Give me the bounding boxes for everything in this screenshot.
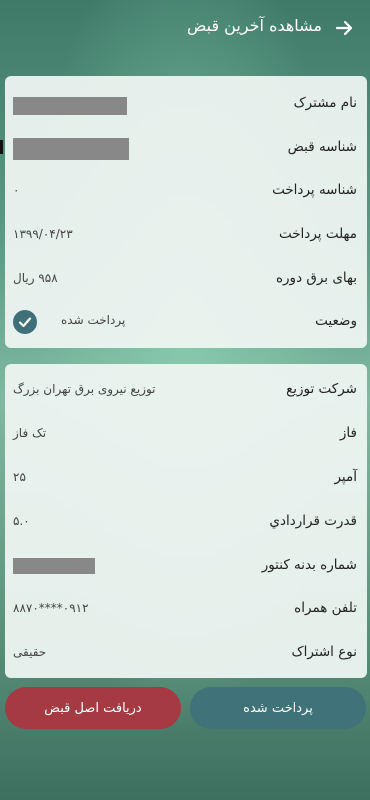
- row-bill-id: شناسه قبض: [5, 134, 367, 164]
- payment-id-value: ۰: [13, 183, 20, 197]
- phone-value: ۰۹۱۲****۸۸۷۰: [13, 601, 89, 615]
- row-subscription-type: نوع اشتراک حقیقی: [5, 639, 367, 669]
- phase-value: تک فاز: [13, 426, 47, 440]
- due-date-value: ۱۳۹۹/۰۴/۲۳: [13, 227, 73, 241]
- due-date-label: مهلت پرداخت: [278, 226, 357, 242]
- paid-button-label: پرداخت شده: [243, 700, 313, 716]
- status-label: وضعیت: [315, 313, 357, 329]
- subscription-type-value: حقیقی: [13, 645, 47, 659]
- meter-number-redacted: [13, 558, 95, 574]
- check-circle-icon: [13, 310, 37, 334]
- row-phase: فاز تک فاز: [5, 420, 367, 450]
- app-header: مشاهده آخرین قبض: [0, 0, 370, 56]
- phone-label: تلفن همراه: [294, 600, 357, 616]
- row-phone: تلفن همراه ۰۹۱۲****۸۸۷۰: [5, 595, 367, 625]
- row-meter-number: شماره بدنه کنتور: [5, 552, 367, 582]
- bill-summary-card: نام مشترک شناسه قبض شناسه پرداخت ۰ مهلت …: [5, 76, 367, 348]
- subscriber-name-redacted: [13, 97, 127, 115]
- meter-number-label: شماره بدنه کنتور: [261, 557, 357, 573]
- get-original-bill-label: دریافت اصل قبض: [44, 700, 142, 716]
- row-contract-power: قدرت قراردادي ۵.۰: [5, 508, 367, 538]
- company-label: شرکت توزیع: [286, 381, 357, 397]
- bill-id-redacted: [13, 138, 129, 160]
- row-amount: بهای برق دوره ۹۵۸ ریال: [5, 265, 367, 295]
- contract-power-value: ۵.۰: [13, 514, 30, 528]
- contract-power-label: قدرت قراردادي: [269, 513, 357, 529]
- ampere-value: ۲۵: [13, 470, 26, 484]
- page-title: مشاهده آخرین قبض: [187, 16, 322, 35]
- row-subscriber-name: نام مشترک: [5, 90, 367, 120]
- row-status: وضعیت پرداخت شده: [5, 310, 367, 340]
- phase-label: فاز: [339, 425, 357, 441]
- paid-button[interactable]: پرداخت شده: [190, 687, 366, 729]
- get-original-bill-button[interactable]: دریافت اصل قبض: [5, 687, 181, 729]
- bill-details-card: شرکت توزیع توزیع نیروی برق تهران بزرگ فا…: [5, 364, 367, 678]
- row-ampere: آمپر ۲۵: [5, 464, 367, 494]
- subscription-type-label: نوع اشتراک: [291, 644, 358, 660]
- status-value: پرداخت شده: [61, 313, 126, 327]
- subscriber-name-label: نام مشترک: [293, 95, 357, 111]
- row-payment-id: شناسه پرداخت ۰: [5, 177, 367, 207]
- edge-marker: [0, 140, 3, 154]
- row-due-date: مهلت پرداخت ۱۳۹۹/۰۴/۲۳: [5, 221, 367, 251]
- amount-value: ۹۵۸ ریال: [13, 271, 58, 285]
- company-value: توزیع نیروی برق تهران بزرگ: [13, 382, 156, 396]
- row-company: شرکت توزیع توزیع نیروی برق تهران بزرگ: [5, 376, 367, 406]
- arrow-right-icon: [335, 20, 353, 36]
- amount-label: بهای برق دوره: [275, 270, 357, 286]
- payment-id-label: شناسه پرداخت: [272, 182, 357, 198]
- back-button[interactable]: [332, 16, 356, 40]
- bill-id-label: شناسه قبض: [287, 139, 357, 155]
- ampere-label: آمپر: [334, 469, 357, 485]
